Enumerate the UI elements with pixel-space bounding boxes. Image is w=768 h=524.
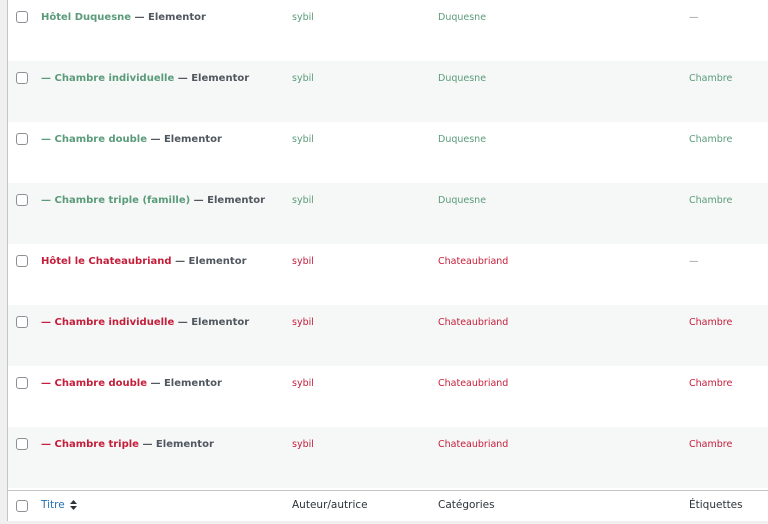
column-title-header[interactable]: Titre bbox=[41, 499, 78, 511]
author-link[interactable]: sybil bbox=[292, 134, 314, 145]
tags-cell: — bbox=[689, 12, 699, 23]
post-title-link[interactable]: Hôtel Duquesne bbox=[41, 12, 131, 23]
tags-cell[interactable]: Chambre bbox=[689, 195, 732, 206]
row-checkbox[interactable] bbox=[16, 194, 28, 206]
post-title: Hôtel le Chateaubriand — Elementor bbox=[41, 256, 247, 267]
column-title-label[interactable]: Titre bbox=[41, 499, 65, 511]
author-link[interactable]: sybil bbox=[292, 256, 314, 267]
author-link[interactable]: sybil bbox=[292, 317, 314, 328]
post-title: — Chambre triple (famille) — Elementor bbox=[41, 195, 265, 206]
column-tags-header[interactable]: Étiquettes bbox=[689, 499, 743, 511]
table-row: — Chambre triple — Elementor sybil Chateau… bbox=[8, 427, 768, 488]
table-footer-row: Titre Auteur/autrice Catégories Étiquett… bbox=[8, 490, 768, 521]
row-checkbox[interactable] bbox=[16, 11, 28, 23]
tags-cell[interactable]: Chambre bbox=[689, 73, 732, 84]
posts-table: Hôtel Duquesne — Elementor sybil Duquesne —… bbox=[7, 0, 768, 521]
table-row: Hôtel Duquesne — Elementor sybil Duquesne — bbox=[8, 0, 768, 61]
post-title: Hôtel Duquesne — Elementor bbox=[41, 12, 206, 23]
post-title: — Chambre double — Elementor bbox=[41, 134, 222, 145]
select-all-checkbox[interactable] bbox=[16, 500, 28, 512]
table-row: — Chambre triple (famille) — Elementor sy… bbox=[8, 183, 768, 244]
post-state-label: — Elementor bbox=[171, 256, 247, 267]
post-title-link[interactable]: — Chambre triple (famille) bbox=[41, 195, 190, 206]
post-state-label: — Elementor bbox=[174, 317, 250, 328]
post-title: — Chambre individuelle — Elementor bbox=[41, 317, 249, 328]
post-title-link[interactable]: Hôtel le Chateaubriand bbox=[41, 256, 172, 267]
column-author-header[interactable]: Auteur/autrice bbox=[292, 499, 368, 511]
row-checkbox[interactable] bbox=[16, 377, 28, 389]
sort-arrows-icon[interactable] bbox=[70, 500, 78, 510]
category-link[interactable]: Chateaubriand bbox=[438, 256, 508, 267]
author-link[interactable]: sybil bbox=[292, 439, 314, 450]
tags-cell[interactable]: Chambre bbox=[689, 134, 732, 145]
row-checkbox[interactable] bbox=[16, 255, 28, 267]
post-title-link[interactable]: — Chambre double bbox=[41, 378, 147, 389]
tags-cell: — bbox=[689, 256, 699, 267]
post-title: — Chambre double — Elementor bbox=[41, 378, 222, 389]
tags-cell[interactable]: Chambre bbox=[689, 378, 732, 389]
post-state-label: — Elementor bbox=[131, 12, 206, 23]
row-checkbox[interactable] bbox=[16, 316, 28, 328]
category-link[interactable]: Duquesne bbox=[438, 134, 486, 145]
row-checkbox[interactable] bbox=[16, 72, 28, 84]
category-link[interactable]: Chateaubriand bbox=[438, 378, 508, 389]
post-state-label: — Elementor bbox=[190, 195, 266, 206]
author-link[interactable]: sybil bbox=[292, 73, 314, 84]
table-row: — Chambre double — Elementor sybil Duquesn… bbox=[8, 122, 768, 183]
post-title-link[interactable]: — Chambre triple bbox=[41, 439, 139, 450]
post-title-link[interactable]: — Chambre double bbox=[41, 134, 147, 145]
row-checkbox[interactable] bbox=[16, 133, 28, 145]
post-title-link[interactable]: — Chambre individuelle bbox=[41, 317, 174, 328]
table-row: Hôtel le Chateaubriand — Elementor sybil C… bbox=[8, 244, 768, 305]
post-title-link[interactable]: — Chambre individuelle bbox=[41, 73, 174, 84]
post-title: — Chambre triple — Elementor bbox=[41, 439, 214, 450]
author-link[interactable]: sybil bbox=[292, 12, 314, 23]
post-state-label: — Elementor bbox=[138, 439, 214, 450]
author-link[interactable]: sybil bbox=[292, 378, 314, 389]
column-categories-header[interactable]: Catégories bbox=[438, 499, 495, 511]
category-link[interactable]: Chateaubriand bbox=[438, 317, 508, 328]
row-checkbox[interactable] bbox=[16, 438, 28, 450]
category-link[interactable]: Duquesne bbox=[438, 12, 486, 23]
post-state-label: — Elementor bbox=[146, 134, 222, 145]
table-row: — Chambre double — Elementor sybil Chateau… bbox=[8, 366, 768, 427]
author-link[interactable]: sybil bbox=[292, 195, 314, 206]
tags-cell[interactable]: Chambre bbox=[689, 317, 732, 328]
table-row: — Chambre individuelle — Elementor sybil D… bbox=[8, 61, 768, 122]
category-link[interactable]: Duquesne bbox=[438, 73, 486, 84]
post-state-label: — Elementor bbox=[146, 378, 222, 389]
category-link[interactable]: Chateaubriand bbox=[438, 439, 508, 450]
tags-cell[interactable]: Chambre bbox=[689, 439, 732, 450]
table-row: — Chambre individuelle — Elementor sybil C… bbox=[8, 305, 768, 366]
category-link[interactable]: Duquesne bbox=[438, 195, 486, 206]
post-title: — Chambre individuelle — Elementor bbox=[41, 73, 249, 84]
post-state-label: — Elementor bbox=[174, 73, 250, 84]
